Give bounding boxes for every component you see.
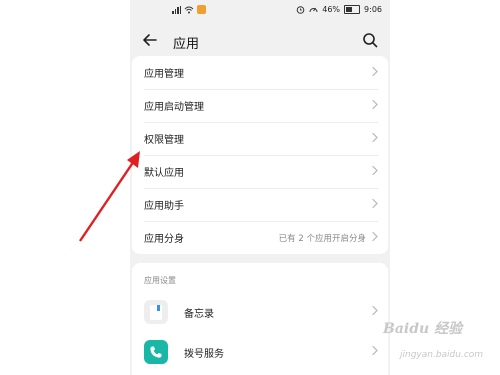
section-title: 应用设置 [144,276,176,285]
menu-item[interactable]: 权限管理 [132,122,388,155]
status-time: 9:06 [364,5,382,14]
phone-icon [144,340,168,364]
chevron-right-icon [372,99,378,112]
menu-item-label: 应用启动管理 [144,102,204,113]
search-icon[interactable] [362,32,378,48]
menu-item[interactable]: 应用分身 已有 2 个应用开启分身 [132,221,388,254]
chevron-right-icon [372,345,378,359]
back-arrow-icon[interactable] [142,32,158,48]
menu-item-label: 权限管理 [144,135,184,146]
notification-icon [197,5,206,14]
chevron-right-icon [372,305,378,319]
menu-item-value: 已有 2 个应用开启分身 [278,233,366,244]
chevron-right-icon [372,132,378,145]
chevron-right-icon [372,198,378,211]
memo-icon [144,300,168,324]
status-bar: 46% 9:06 [130,0,390,22]
menu-item[interactable]: 应用管理 [132,56,388,89]
menu-card: 应用管理应用启动管理 权限管理默认应用应用助手应用分身 已有 2 个应用开启分身 [132,56,388,254]
menu-item-label: 应用分身 [144,234,184,245]
status-left [172,5,206,14]
status-right: 46% 9:06 [296,5,382,14]
speed-icon [309,7,318,13]
menu-item[interactable]: 默认应用 [132,155,388,188]
app-header: 应用 [130,24,390,60]
app-setting-label: 拨号服务 [184,348,224,360]
arrow-shaft [79,157,137,242]
settings-card: 应用设置 备忘录拨号服务 [132,263,388,375]
menu-item-label: 默认应用 [144,168,184,179]
chevron-right-icon [372,66,378,79]
menu-item[interactable]: 应用助手 [132,188,388,221]
app-setting-label: 备忘录 [184,308,214,320]
page-title: 应用 [173,37,200,52]
menu-item[interactable]: 应用启动管理 [132,89,388,122]
chevron-right-icon [372,165,378,178]
battery-text: 46% [322,5,341,14]
wifi-icon [184,6,194,13]
alarm-icon [296,6,305,14]
app-setting-item[interactable]: 备忘录 [132,292,388,332]
phone-screen: 46% 9:06 应用 应用管理应用启动管理 权限管理默认应用应用助手应用分身 已有… [130,0,390,375]
app-setting-item[interactable]: 拨号服务 [132,332,388,372]
watermark-logo: Baidu 经验 [383,321,463,337]
menu-item-label: 应用助手 [144,201,184,212]
battery-icon [344,5,361,14]
watermark-url: jingyan.baidu.com [400,350,484,360]
signal-icon [172,5,181,14]
chevron-right-icon [372,231,378,244]
menu-item-label: 应用管理 [144,69,184,80]
